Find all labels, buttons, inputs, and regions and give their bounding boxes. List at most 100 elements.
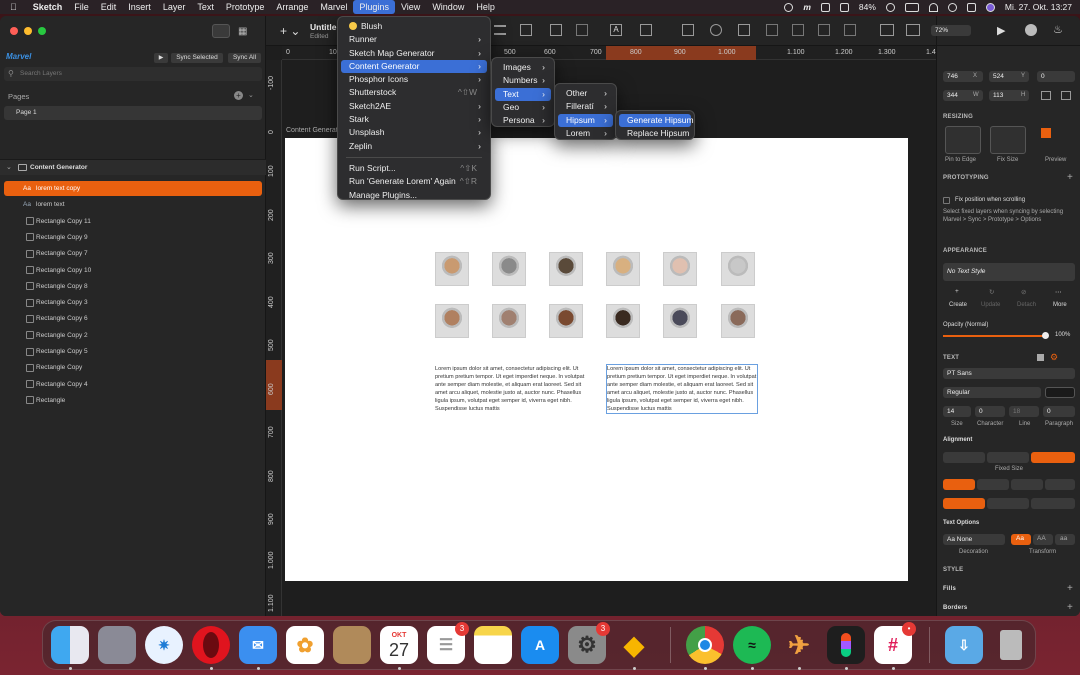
control-center-icon[interactable]	[966, 2, 976, 12]
launchpad-icon[interactable]	[98, 626, 136, 664]
downloads-folder-icon[interactable]: ⇩	[945, 626, 983, 664]
menu-item[interactable]: Runner ›	[341, 33, 487, 46]
intersect-icon[interactable]	[818, 24, 830, 36]
auto-height-button[interactable]	[987, 452, 1029, 463]
menu-plugins[interactable]: Plugins	[353, 0, 395, 14]
add-border-icon[interactable]: +	[1067, 602, 1073, 613]
menu-text[interactable]: Text	[191, 0, 220, 14]
chrome-icon[interactable]	[686, 626, 724, 664]
align-top-button[interactable]	[943, 498, 985, 509]
search-icon[interactable]	[947, 2, 957, 12]
align-right-button[interactable]	[1011, 479, 1043, 490]
search-layers[interactable]: ⚲ Search Layers	[4, 67, 262, 81]
portrait-image[interactable]	[492, 304, 526, 338]
notification-bell-icon[interactable]: ♨	[1053, 23, 1063, 36]
sidebar-toggle-icon[interactable]	[212, 24, 230, 38]
spotify-icon[interactable]: ≈	[733, 626, 771, 664]
pin-to-edge-control[interactable]	[945, 126, 981, 154]
add-page-icon[interactable]: +	[234, 91, 243, 100]
layer-row[interactable]: Rectangle Copy	[4, 360, 262, 375]
menu-layer[interactable]: Layer	[157, 0, 192, 14]
menu-app[interactable]: Sketch	[27, 0, 69, 14]
portrait-image[interactable]	[435, 304, 469, 338]
portrait-image[interactable]	[435, 252, 469, 286]
layer-row[interactable]: Aa lorem text	[4, 197, 262, 212]
layer-row[interactable]: Rectangle Copy 7	[4, 246, 262, 261]
menu-window[interactable]: Window	[426, 0, 470, 14]
lorem-text-copy[interactable]: Lorem ipsum dolor sit amet, consectetur …	[606, 364, 758, 414]
create-symbol-icon[interactable]	[738, 24, 750, 36]
portrait-image[interactable]	[606, 304, 640, 338]
layer-row[interactable]: Rectangle Copy 2	[4, 328, 262, 343]
subtract-icon[interactable]	[792, 24, 804, 36]
menu-item[interactable]: Other ›	[558, 87, 613, 100]
menu-prototype[interactable]: Prototype	[220, 0, 271, 14]
portrait-image[interactable]	[663, 304, 697, 338]
menu-help[interactable]: Help	[470, 0, 501, 14]
menu-item[interactable]: Stark ›	[341, 113, 487, 126]
layer-row[interactable]: Aa lorem text copy	[4, 181, 262, 196]
menu-item[interactable]: Sketch Map Generator ›	[341, 47, 487, 60]
slack-icon[interactable]: # •	[874, 622, 916, 664]
components-icon[interactable]: ▦	[238, 26, 247, 37]
app-store-icon[interactable]: A	[521, 626, 559, 664]
minimize-button[interactable]	[24, 27, 32, 35]
rotate-icon[interactable]	[710, 24, 722, 36]
menu-item[interactable]: Shutterstock ^⇧W	[341, 86, 487, 99]
distribute-icon[interactable]	[494, 25, 506, 35]
opacity-slider[interactable]	[943, 335, 1047, 337]
artboard-label[interactable]: Content Generator	[286, 127, 344, 134]
layer-row[interactable]: Rectangle	[4, 393, 262, 408]
menu-item[interactable]: Numbers ›	[495, 74, 551, 87]
siri-icon[interactable]	[985, 2, 995, 12]
creative-cloud-icon[interactable]	[784, 2, 794, 12]
menu-item[interactable]: Lorem ›	[558, 127, 613, 140]
disclosure-icon[interactable]: ⌄	[6, 163, 12, 171]
align-left-button[interactable]	[943, 479, 975, 490]
menu-item[interactable]: Zeplin ›	[341, 140, 487, 153]
menu-item[interactable]: Run 'Generate Lorem' Again ^⇧R	[341, 175, 487, 188]
decoration-select[interactable]: Aa None	[943, 534, 1005, 545]
rotation-field[interactable]: 0	[1037, 71, 1075, 82]
calendar-icon[interactable]: OKT 27	[380, 626, 418, 664]
portrait-image[interactable]	[606, 252, 640, 286]
flip-horizontal-icon[interactable]	[1041, 91, 1051, 100]
safari-icon[interactable]: ✷	[145, 626, 183, 664]
apple-icon[interactable]: 	[0, 0, 27, 14]
portrait-image[interactable]	[721, 252, 755, 286]
difference-icon[interactable]	[844, 24, 856, 36]
text-style-select[interactable]: No Text Style	[943, 263, 1075, 281]
flip-vertical-icon[interactable]	[1061, 91, 1071, 100]
menu-insert[interactable]: Insert	[122, 0, 157, 14]
frame-icon[interactable]	[640, 24, 652, 36]
menu-item[interactable]: Sketch2AE ›	[341, 100, 487, 113]
battery-status[interactable]: 84%	[859, 2, 876, 12]
layer-group-row[interactable]: ⌄ Content Generator	[0, 159, 266, 175]
opera-icon[interactable]	[192, 626, 230, 664]
artboard[interactable]: Lorem ipsum dolor sit amet, consectetur …	[285, 138, 908, 581]
menu-item[interactable]: Replace Hipsum	[619, 127, 691, 140]
portrait-image[interactable]	[663, 252, 697, 286]
portrait-image[interactable]	[721, 304, 755, 338]
wifi-icon[interactable]	[928, 2, 938, 12]
trash-icon[interactable]	[992, 626, 1030, 664]
contacts-icon[interactable]	[333, 626, 371, 664]
layer-row[interactable]: Rectangle Copy 11	[4, 214, 262, 229]
transform-upper-button[interactable]: AA	[1033, 534, 1053, 545]
auto-width-button[interactable]	[943, 452, 985, 463]
font-family-select[interactable]: PT Sans	[943, 368, 1075, 379]
add-fill-icon[interactable]: +	[1067, 583, 1073, 594]
portrait-image[interactable]	[492, 252, 526, 286]
fixed-size-button[interactable]	[1031, 452, 1075, 463]
update-style-icon[interactable]: ↻	[989, 288, 994, 296]
mail-icon[interactable]: ✉	[239, 626, 277, 664]
preview-play-icon[interactable]: ▶	[997, 24, 1005, 37]
opacity-value[interactable]: 100%	[1055, 332, 1070, 338]
menu-item[interactable]: Run Script... ^⇧K	[341, 162, 487, 175]
font-size-field[interactable]: 14	[943, 406, 971, 417]
paragraph-spacing-field[interactable]: 0	[1043, 406, 1075, 417]
flatten-icon[interactable]	[682, 24, 694, 36]
menu-item[interactable]: Persona ›	[495, 114, 551, 127]
menu-item[interactable]: Generate Hipsum	[619, 114, 694, 128]
scale-icon[interactable]	[550, 24, 562, 36]
